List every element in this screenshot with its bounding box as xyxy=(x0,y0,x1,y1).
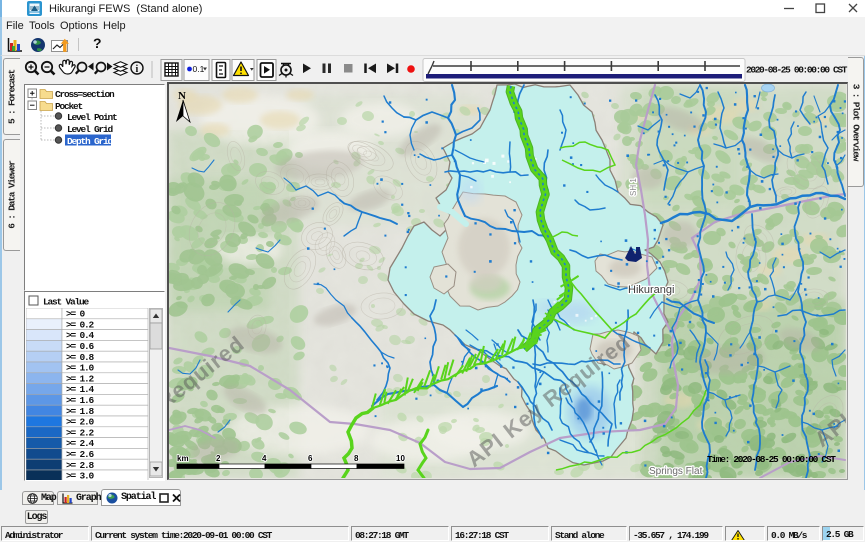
svg-text:>= 0.6: >= 0.6 xyxy=(66,341,95,352)
svg-text:>= 2.0: >= 2.0 xyxy=(66,417,95,428)
svg-text:>= 1.6: >= 1.6 xyxy=(66,395,95,406)
svg-text:Last Value: Last Value xyxy=(43,297,90,308)
svg-text:Level Grid: Level Grid xyxy=(67,124,114,135)
svg-text:>= 2.4: >= 2.4 xyxy=(66,438,95,449)
svg-text:2: 2 xyxy=(216,454,221,463)
svg-text:>= 3.0: >= 3.0 xyxy=(66,471,95,480)
svg-text:>= 2.8: >= 2.8 xyxy=(66,460,95,471)
svg-text:Hikurangi: Hikurangi xyxy=(628,284,674,296)
svg-text:Level Point: Level Point xyxy=(67,112,117,123)
svg-text:>= 2.2: >= 2.2 xyxy=(66,427,95,438)
svg-text:>= 1.8: >= 1.8 xyxy=(66,406,95,417)
svg-text:Cross=section: Cross=section xyxy=(55,89,115,100)
svg-text:SH 1: SH 1 xyxy=(629,178,638,196)
svg-text:>= 0: >= 0 xyxy=(66,309,86,320)
svg-text:i: i xyxy=(136,64,139,75)
svg-text:>= 0.2: >= 0.2 xyxy=(66,319,95,330)
svg-text:>= 0.8: >= 0.8 xyxy=(66,352,95,363)
svg-text:>= 1.4: >= 1.4 xyxy=(66,384,95,395)
svg-text:4: 4 xyxy=(262,454,267,463)
svg-text:>= 2.6: >= 2.6 xyxy=(66,449,95,460)
svg-text:>= 0.4: >= 0.4 xyxy=(66,330,95,341)
svg-text:8: 8 xyxy=(354,454,359,463)
svg-text:Pocket: Pocket xyxy=(55,101,83,112)
svg-text:6: 6 xyxy=(308,454,313,463)
svg-text:Depth Grid: Depth Grid xyxy=(67,136,114,147)
svg-text:>= 1.0: >= 1.0 xyxy=(66,363,95,374)
svg-text:0.1: 0.1 xyxy=(193,64,205,74)
svg-text:km: km xyxy=(177,454,189,463)
svg-text:N: N xyxy=(178,90,186,102)
svg-text:Time: 2020-08-25 00:00:00 CST: Time: 2020-08-25 00:00:00 CST xyxy=(707,454,836,465)
svg-text:2020-08-25 00:00:00 CST: 2020-08-25 00:00:00 CST xyxy=(746,65,848,76)
svg-text:Springs Flat: Springs Flat xyxy=(649,466,703,477)
svg-text:>= 1.2: >= 1.2 xyxy=(66,373,95,384)
svg-text:10: 10 xyxy=(396,454,405,463)
